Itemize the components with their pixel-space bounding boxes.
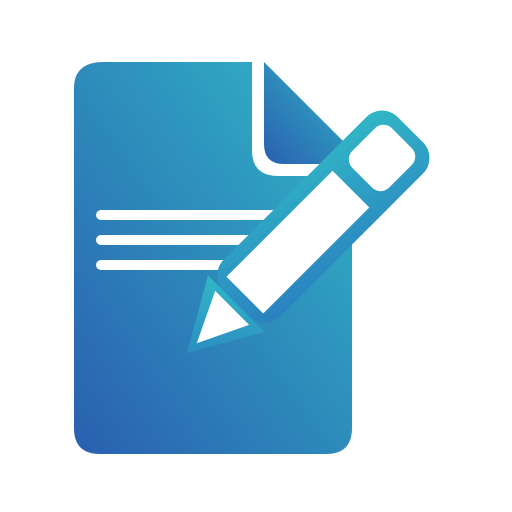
app-icon-canvas bbox=[0, 0, 512, 512]
document-edit-icon bbox=[74, 62, 430, 454]
